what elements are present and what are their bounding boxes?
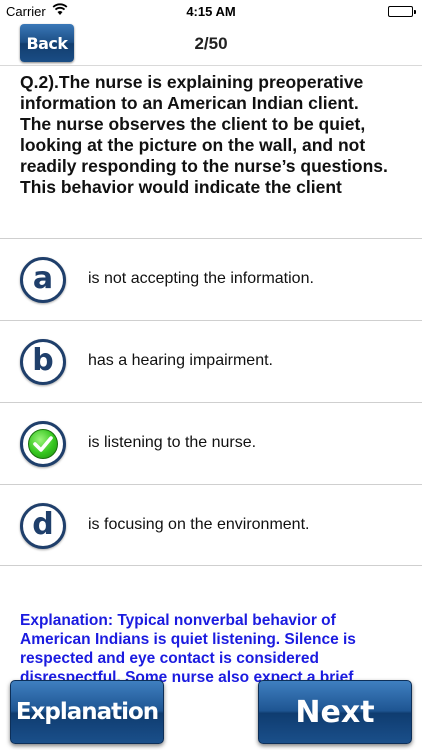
option-d-text: is focusing on the environment.	[88, 516, 310, 533]
explanation-line: respected and eye contact is considered	[20, 650, 319, 667]
question-text: Q.2).The nurse is explaining preoperativ…	[20, 72, 412, 198]
option-b[interactable]: b has a hearing impairment.	[0, 320, 422, 402]
question-line: looking at the picture on the wall, and …	[20, 135, 366, 155]
explanation-text: Explanation: Typical nonverbal behavior …	[20, 611, 412, 683]
next-button[interactable]: Next	[258, 680, 412, 744]
option-c-text: is listening to the nurse.	[88, 434, 257, 451]
question-line: Q.2).The nurse is explaining preoperativ…	[20, 72, 364, 92]
question-counter: 2/50	[194, 34, 228, 53]
option-b-icon: b	[20, 339, 66, 385]
question-line: The nurse observes the client to be quie…	[20, 114, 366, 134]
option-a-text: is not accepting the information.	[88, 270, 314, 287]
option-d-icon: d	[20, 503, 66, 549]
battery-icon	[388, 6, 416, 17]
question-line: This behavior would indicate the client	[20, 177, 342, 197]
option-c[interactable]: is listening to the nurse.	[0, 402, 422, 484]
option-a-icon: a	[20, 257, 66, 303]
explanation-line: American Indians is quiet listening. Sil…	[20, 631, 356, 648]
status-bar: Carrier 4:15 AM	[0, 0, 422, 22]
explanation-line: Explanation: Typical nonverbal behavior …	[20, 612, 336, 629]
clock: 4:15 AM	[186, 4, 236, 19]
answer-options: a is not accepting the information. b ha…	[0, 238, 422, 566]
correct-check-icon	[20, 421, 66, 467]
option-a[interactable]: a is not accepting the information.	[0, 238, 422, 320]
option-b-text: has a hearing impairment.	[88, 352, 273, 369]
question-line: information to an American Indian client…	[20, 93, 359, 113]
option-d[interactable]: d is focusing on the environment.	[0, 484, 422, 566]
navigation-bar: Back 2/50	[0, 22, 422, 66]
explanation-button[interactable]: Explanation	[10, 680, 164, 744]
question-line: readily responding to the nurse’s questi…	[20, 156, 388, 176]
